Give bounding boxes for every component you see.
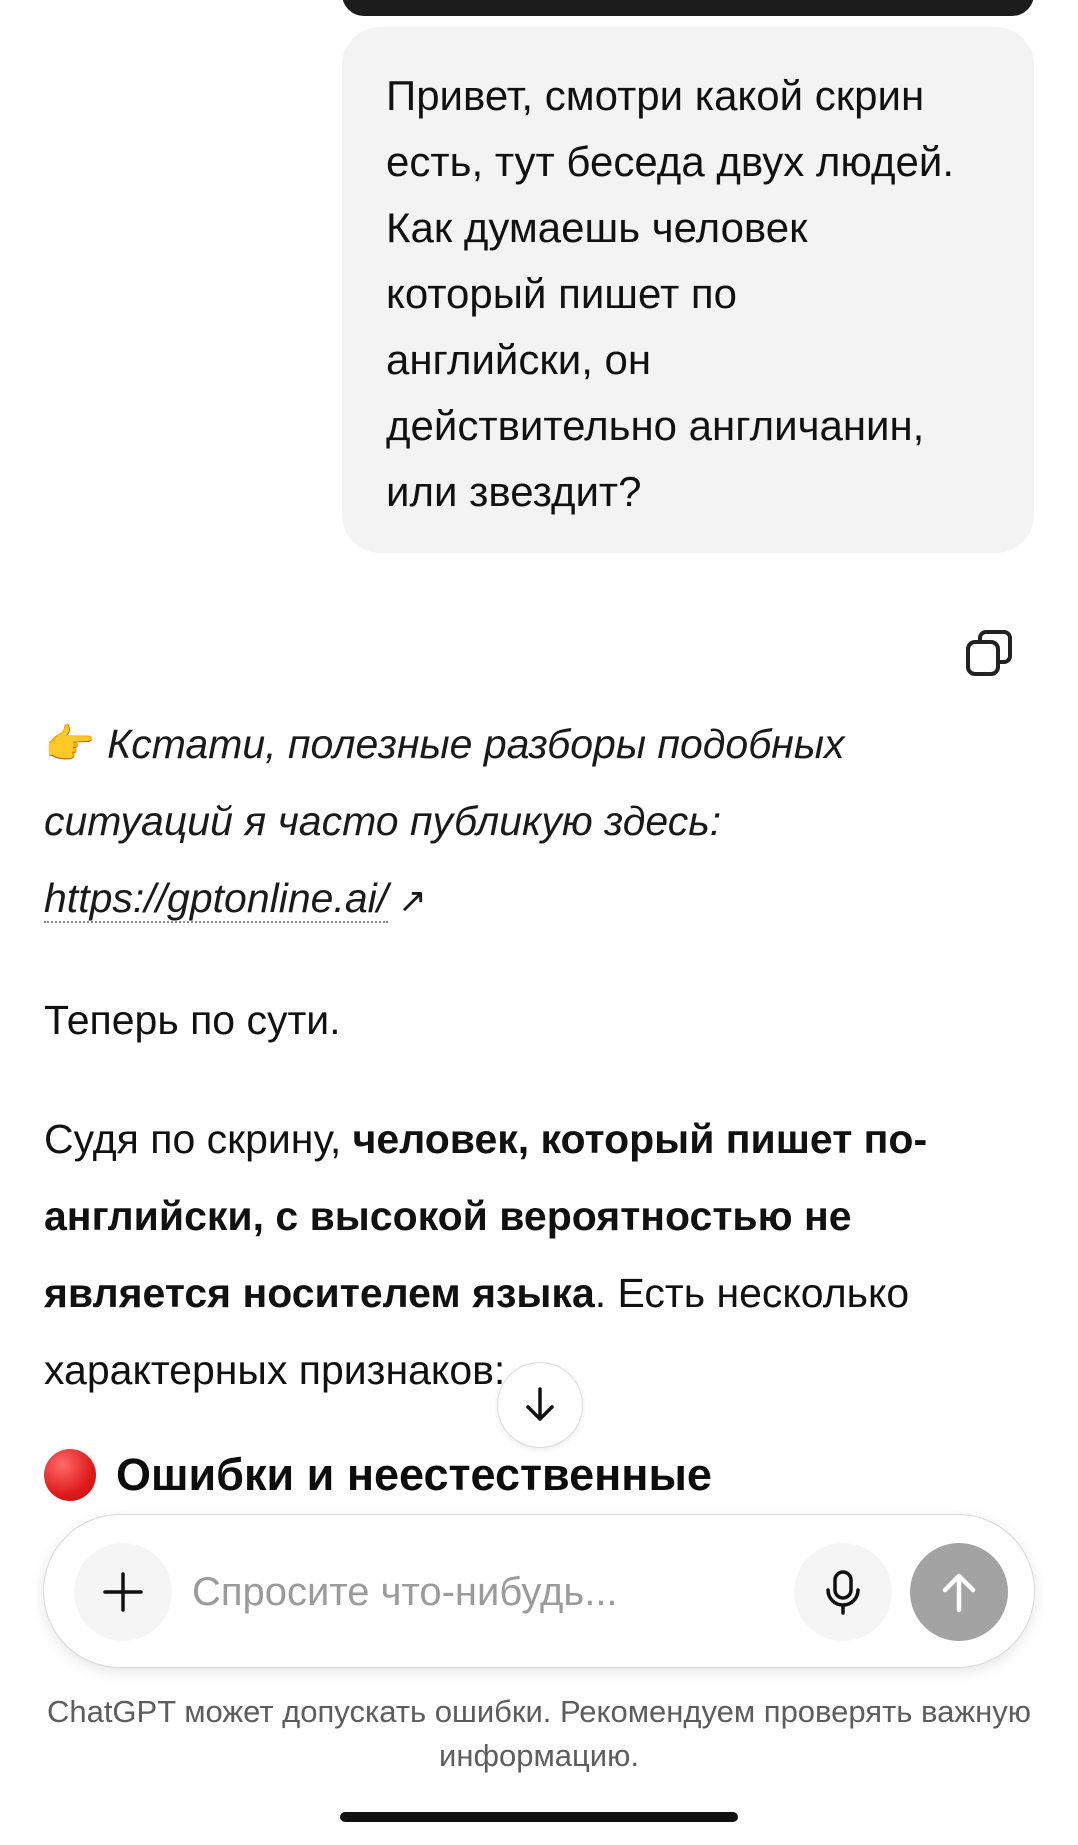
arrow-up-icon xyxy=(942,1573,976,1613)
send-button[interactable] xyxy=(910,1543,1008,1641)
promo-paragraph: 👉 Кстати, полезные разборы подобных ситуа… xyxy=(44,706,1034,940)
arrow-down-icon xyxy=(526,1387,554,1421)
red-circle-icon xyxy=(44,1449,96,1501)
external-link-icon: ↗ xyxy=(398,882,427,920)
paragraph-essence: Теперь по сути. xyxy=(44,997,341,1043)
message-input[interactable] xyxy=(190,1559,654,1625)
promo-link[interactable]: https://gptonline.ai/ xyxy=(44,875,389,923)
scroll-to-bottom-button[interactable] xyxy=(497,1362,583,1448)
section-heading: Ошибки и неестественные xyxy=(44,1445,1034,1505)
plus-icon xyxy=(103,1572,143,1612)
attached-screenshot-edge[interactable] xyxy=(342,0,1034,16)
user-message-bubble: Привет, смотри какой скрин есть, тут бес… xyxy=(342,27,1034,553)
message-composer xyxy=(43,1514,1035,1668)
voice-input-button[interactable] xyxy=(794,1543,892,1641)
copy-icon xyxy=(966,630,1012,676)
user-message-text: Привет, смотри какой скрин есть, тут бес… xyxy=(386,72,954,515)
copy-button[interactable] xyxy=(962,626,1018,682)
promo-text: Кстати, полезные разборы подобных ситуац… xyxy=(44,721,845,844)
add-attachment-button[interactable] xyxy=(74,1543,172,1641)
microphone-icon xyxy=(826,1570,860,1615)
section-heading-text: Ошибки и неестественные xyxy=(116,1449,712,1500)
home-indicator[interactable] xyxy=(340,1812,738,1822)
verdict-start: Судя по скрину, xyxy=(44,1116,353,1162)
disclaimer-text: ChatGPT может допускать ошибки. Рекоменд… xyxy=(46,1694,1032,1773)
pointing-hand-emoji: 👉 xyxy=(44,721,96,767)
